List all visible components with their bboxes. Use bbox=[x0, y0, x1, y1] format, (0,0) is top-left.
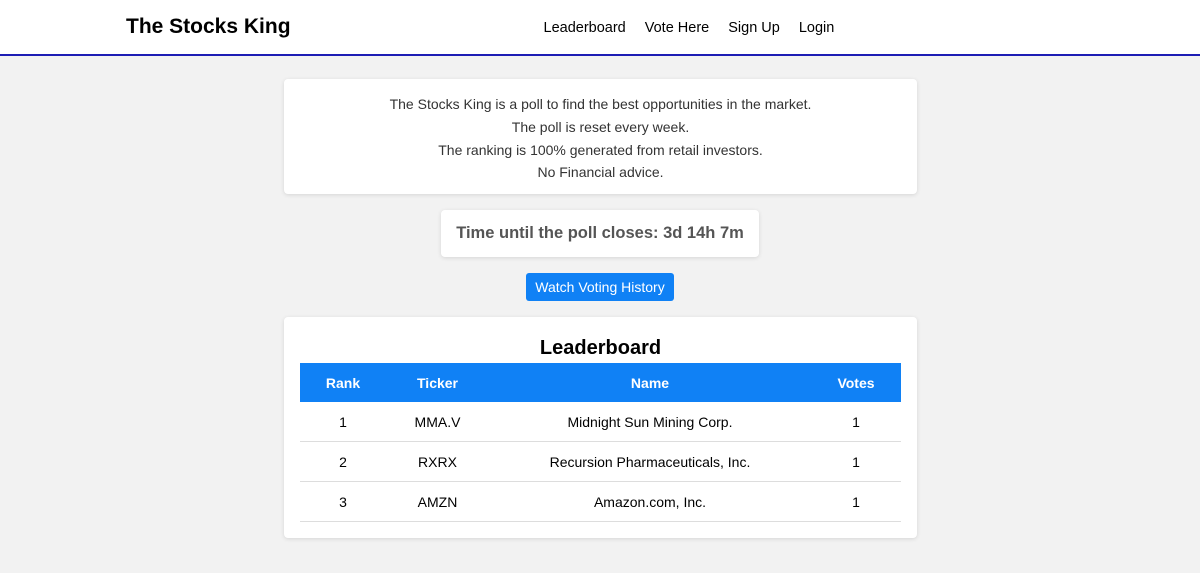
column-header-name: Name bbox=[489, 363, 811, 402]
cell-votes: 1 bbox=[811, 441, 901, 482]
cell-ticker: AMZN bbox=[386, 481, 489, 522]
column-header-rank: Rank bbox=[300, 363, 386, 402]
table-row: 1 MMA.V Midnight Sun Mining Corp. 1 bbox=[300, 402, 901, 442]
navbar: The Stocks King Leaderboard Vote Here Si… bbox=[0, 0, 1200, 56]
column-header-ticker: Ticker bbox=[386, 363, 489, 402]
leaderboard-table: Rank Ticker Name Votes 1 MMA.V Midnight … bbox=[300, 363, 901, 522]
cell-votes: 1 bbox=[811, 481, 901, 522]
intro-line: The ranking is 100% generated from retai… bbox=[438, 141, 763, 158]
nav-link-leaderboard[interactable]: Leaderboard bbox=[534, 19, 635, 37]
cell-name: Midnight Sun Mining Corp. bbox=[489, 402, 811, 442]
nav-link-vote-here[interactable]: Vote Here bbox=[635, 19, 719, 37]
nav-link-login[interactable]: Login bbox=[789, 19, 843, 37]
cell-ticker: RXRX bbox=[386, 441, 489, 482]
cell-rank: 1 bbox=[300, 402, 386, 442]
table-row: 2 RXRX Recursion Pharmaceuticals, Inc. 1 bbox=[300, 441, 901, 482]
intro-line: The poll is reset every week. bbox=[511, 118, 690, 135]
poll-timer: Time until the poll closes: 3d 14h 7m 28… bbox=[441, 210, 759, 289]
table-row: 3 AMZN Amazon.com, Inc. 1 bbox=[300, 481, 901, 522]
nav-link-sign-up[interactable]: Sign Up bbox=[719, 19, 790, 37]
intro-line: The Stocks King is a poll to find the be… bbox=[389, 96, 812, 112]
brand-logo[interactable]: The Stocks King bbox=[126, 15, 291, 39]
cell-name: Recursion Pharmaceuticals, Inc. bbox=[489, 441, 811, 482]
intro-card: The Stocks King is a poll to find the be… bbox=[284, 79, 917, 194]
cell-rank: 2 bbox=[300, 441, 386, 482]
cell-votes: 1 bbox=[811, 402, 901, 442]
cell-rank: 3 bbox=[300, 481, 386, 522]
nav-links: Leaderboard Vote Here Sign Up Login bbox=[534, 19, 844, 37]
watch-voting-history-button[interactable]: Watch Voting History bbox=[526, 273, 674, 301]
leaderboard-title: Leaderboard bbox=[539, 337, 662, 359]
leaderboard-card: Leaderboard Rank Ticker Name Votes 1 MMA… bbox=[284, 317, 917, 538]
intro-line: No Financial advice. bbox=[537, 164, 664, 181]
column-header-votes: Votes bbox=[811, 363, 901, 402]
cell-ticker: MMA.V bbox=[386, 402, 489, 442]
table-header-row: Rank Ticker Name Votes bbox=[300, 363, 901, 402]
cell-name: Amazon.com, Inc. bbox=[489, 481, 811, 522]
